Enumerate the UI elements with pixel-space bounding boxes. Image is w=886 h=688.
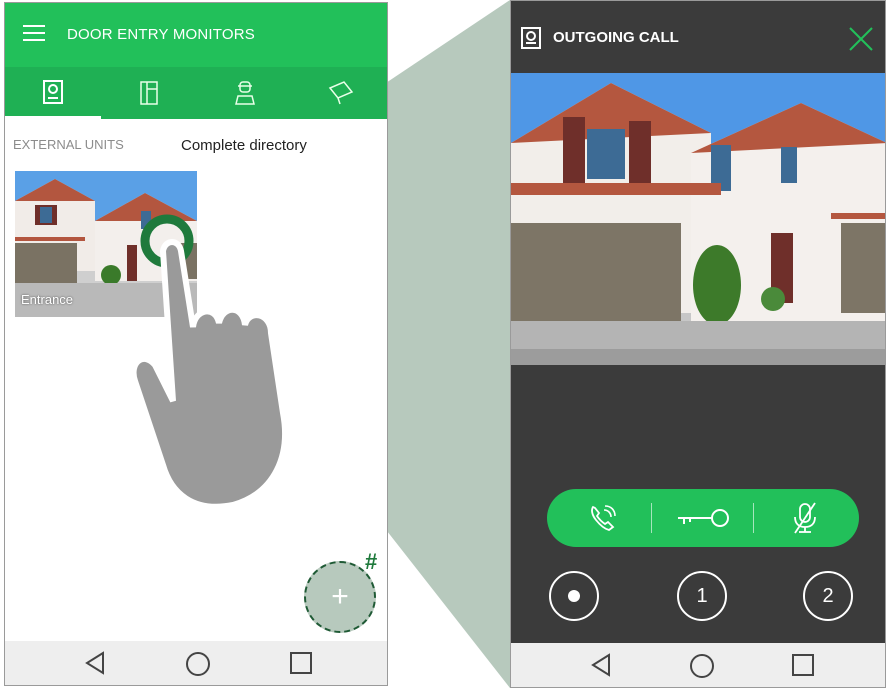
mute-button[interactable] bbox=[755, 489, 855, 547]
recents-icon[interactable] bbox=[791, 653, 815, 677]
monitor-icon bbox=[521, 27, 541, 49]
app-title: DOOR ENTRY MONITORS bbox=[67, 26, 255, 43]
call-end-icon bbox=[591, 505, 616, 531]
plus-icon: + bbox=[331, 580, 349, 613]
door-unlock-button[interactable] bbox=[653, 489, 753, 547]
house-photo-feed bbox=[511, 73, 885, 365]
left-phone-screen: DOOR ENTRY MONITORS EXTERNAL UNITS Compl… bbox=[4, 2, 388, 686]
fab-badge: # bbox=[365, 549, 378, 574]
concierge-icon bbox=[235, 81, 255, 105]
tab-monitor[interactable] bbox=[5, 67, 101, 119]
monitor-icon bbox=[43, 79, 63, 104]
mic-mute-icon bbox=[794, 502, 816, 534]
record-dot-icon bbox=[568, 590, 580, 602]
button-1[interactable]: 1 bbox=[677, 571, 727, 621]
system-nav-bar bbox=[5, 641, 387, 685]
back-icon[interactable] bbox=[83, 651, 107, 675]
complete-directory-link[interactable]: Complete directory bbox=[181, 137, 307, 154]
close-icon[interactable] bbox=[847, 25, 875, 53]
pill-separator bbox=[753, 503, 754, 533]
home-icon[interactable] bbox=[185, 651, 211, 677]
tab-concierge[interactable] bbox=[197, 67, 293, 119]
call-button[interactable] bbox=[553, 489, 653, 547]
intercom-handset-icon bbox=[140, 81, 158, 105]
pill-separator bbox=[651, 503, 652, 533]
call-actions-pill bbox=[547, 489, 859, 547]
unit-tile-label: Entrance bbox=[21, 292, 74, 307]
tab-camera[interactable] bbox=[293, 67, 387, 119]
tab-intercom[interactable] bbox=[101, 67, 197, 119]
back-icon[interactable] bbox=[589, 653, 613, 677]
home-icon[interactable] bbox=[689, 653, 715, 679]
recents-icon[interactable] bbox=[289, 651, 313, 675]
app-bar: DOOR ENTRY MONITORS bbox=[5, 3, 387, 67]
camera-feed bbox=[511, 73, 885, 365]
call-header: OUTGOING CALL bbox=[511, 1, 885, 73]
door-key-icon bbox=[678, 509, 729, 527]
camera-icon bbox=[328, 81, 354, 105]
tab-bar bbox=[5, 67, 387, 119]
section-label: EXTERNAL UNITS bbox=[13, 137, 124, 152]
tap-hand-icon bbox=[130, 239, 288, 510]
hamburger-menu-icon[interactable] bbox=[23, 25, 45, 43]
button-2[interactable]: 2 bbox=[803, 571, 853, 621]
system-nav-bar bbox=[511, 643, 885, 687]
call-title: OUTGOING CALL bbox=[553, 29, 679, 46]
right-phone-screen: OUTGOING CALL 1 2 bbox=[510, 0, 886, 688]
record-button[interactable] bbox=[549, 571, 599, 621]
